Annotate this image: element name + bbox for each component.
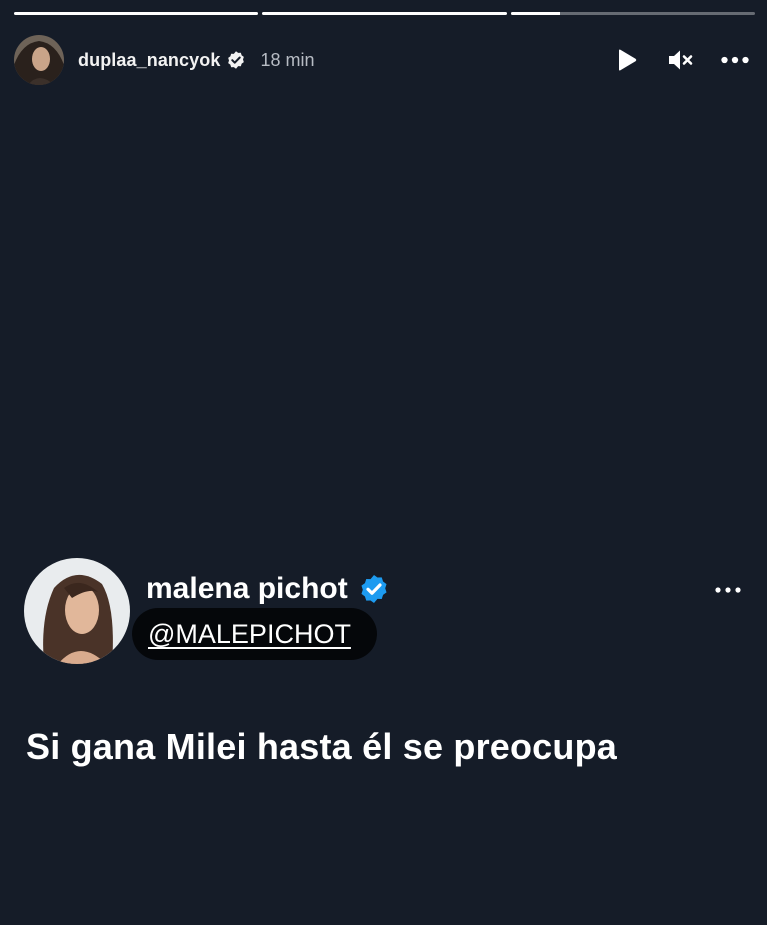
play-icon	[619, 49, 637, 71]
story-progress-bar	[14, 12, 755, 16]
play-button[interactable]	[613, 46, 641, 74]
verified-badge-icon	[358, 573, 390, 605]
mute-button[interactable]	[667, 46, 695, 74]
story-timestamp: 18 min	[260, 49, 315, 70]
tweet-handle-link[interactable]: @MALEPICHOT	[148, 619, 351, 650]
story-controls	[613, 46, 749, 74]
progress-fill	[262, 12, 507, 15]
tweet-text: Si gana Milei hasta él se preocupa	[26, 726, 618, 767]
profile-avatar[interactable]	[14, 35, 64, 85]
verified-badge-icon	[226, 50, 246, 70]
more-options-button[interactable]	[721, 46, 749, 74]
progress-segment	[510, 12, 755, 15]
tweet-author-name[interactable]: malena pichot	[146, 572, 348, 606]
muted-speaker-icon	[669, 50, 693, 70]
tweet-handle-pill: @MALEPICHOT	[132, 608, 377, 660]
story-header: duplaa_nancyok 18 min	[14, 34, 749, 86]
more-horizontal-icon	[715, 587, 741, 593]
tweet-avatar-image	[24, 558, 130, 664]
progress-segment	[262, 12, 507, 15]
instagram-story: duplaa_nancyok 18 min malena pichot @MAL…	[0, 0, 767, 925]
avatar-image	[14, 35, 64, 85]
progress-fill	[510, 12, 560, 15]
progress-segment	[14, 12, 259, 15]
tweet-more-button[interactable]	[711, 578, 745, 602]
progress-fill	[14, 12, 259, 15]
more-horizontal-icon	[721, 56, 749, 64]
tweet-name-row: malena pichot	[146, 572, 390, 606]
tweet-author-avatar[interactable]	[24, 558, 130, 664]
story-username[interactable]: duplaa_nancyok	[78, 50, 220, 71]
